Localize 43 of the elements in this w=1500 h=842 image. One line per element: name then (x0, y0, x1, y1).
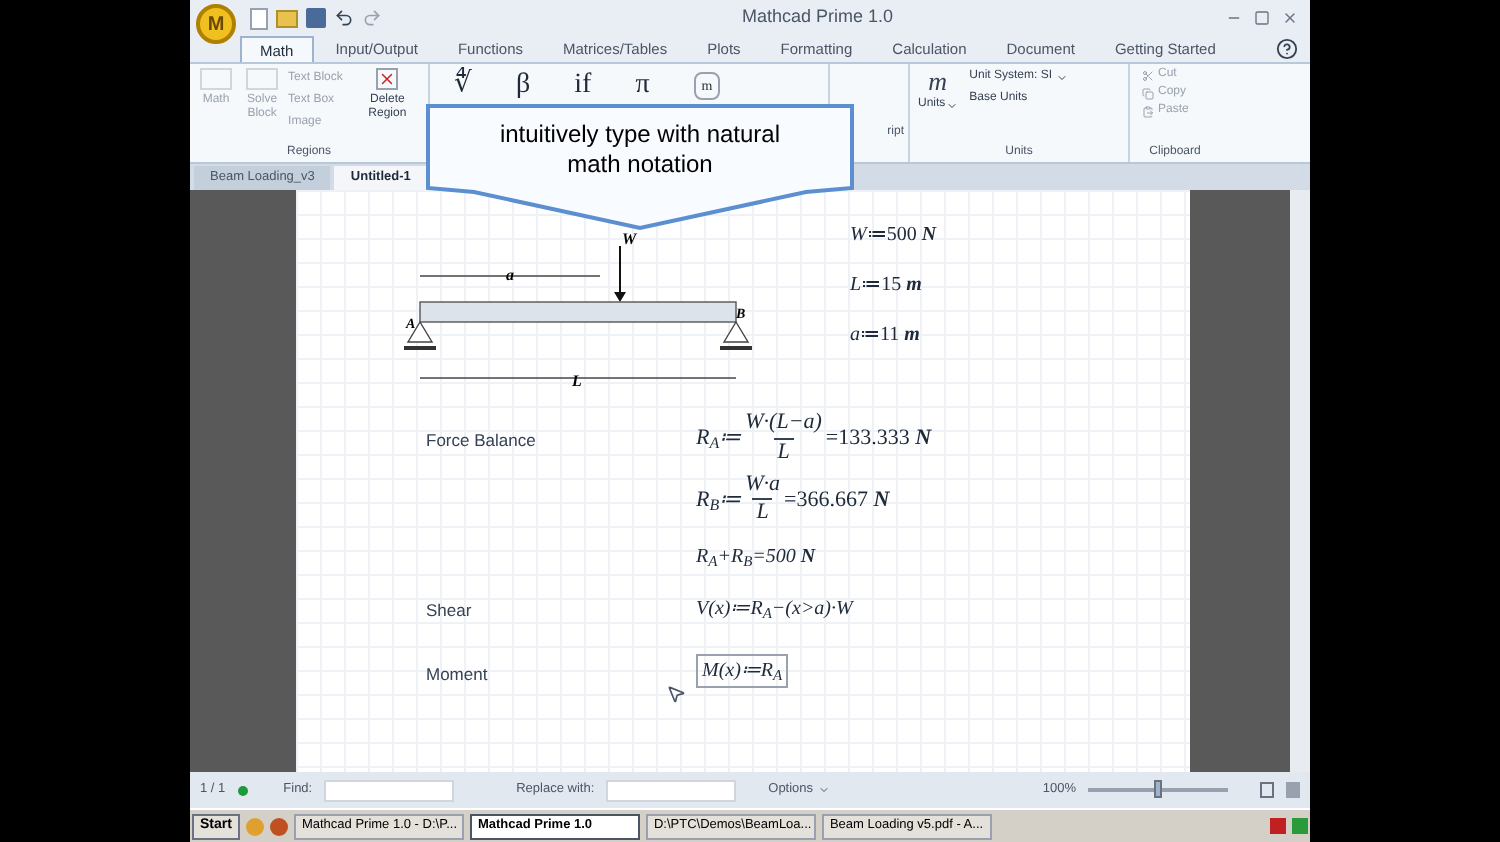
page-view-icon[interactable] (1260, 782, 1274, 798)
app-logo-icon[interactable]: M (196, 4, 236, 44)
moment-equation[interactable]: M(x)≔R$_{A}$ (696, 654, 789, 688)
delete-x-icon (376, 68, 399, 90)
scrollbar[interactable] (1290, 190, 1310, 772)
operator-button[interactable]: β (516, 70, 531, 102)
chevron-down-icon (1056, 71, 1069, 83)
new-file-icon[interactable] (250, 7, 268, 29)
chevron-down-icon (945, 99, 958, 111)
scissors-icon (1142, 69, 1154, 81)
maximize-icon[interactable] (1254, 10, 1270, 26)
help-icon[interactable] (1276, 38, 1298, 60)
fraction: W·(L−a) L (745, 410, 822, 467)
redo-icon[interactable] (362, 8, 382, 28)
operator-button[interactable]: ∜ (454, 70, 472, 102)
paste-icon (1142, 105, 1154, 117)
text-region: Force Balance (426, 428, 536, 454)
operator-button[interactable]: if (574, 70, 592, 102)
fraction: W·a L (745, 471, 781, 528)
definition-equation: L≔15 m (850, 272, 924, 300)
save-icon[interactable] (306, 8, 326, 28)
equation-result: =133.333 N (825, 424, 932, 454)
shear-equation: V(x)≔R$_{A}$−(x>a)·W (696, 596, 853, 624)
definition-equation: a≔11 m (850, 322, 922, 350)
operator-button[interactable]: π (635, 70, 650, 102)
sum-equation: R$_{A}$+R$_{B}$=500 N (696, 544, 818, 572)
close-icon[interactable] (1282, 10, 1298, 26)
undo-icon[interactable] (334, 8, 354, 28)
find-field[interactable] (324, 779, 455, 801)
mouse-pointer-icon (666, 684, 686, 704)
equation-lhs: R$_{B}$≔ (696, 485, 742, 516)
zoom-slider-thumb[interactable] (1154, 780, 1162, 798)
equation-result: =366.667 N (784, 485, 890, 515)
text-region: Moment (426, 662, 488, 688)
replace-field[interactable] (606, 779, 737, 801)
definition-equation: W≔500 N (850, 222, 937, 250)
window-title: Mathcad Prime 1.0 (742, 4, 894, 31)
chevron-down-icon (817, 784, 830, 796)
copy-icon (1142, 87, 1154, 99)
folder-icon[interactable] (276, 9, 298, 27)
callout-text: intuitively type with natural math notation (497, 120, 783, 180)
text-region: Shear (426, 598, 472, 624)
equation-lhs: R$_{A}$≔ (696, 424, 742, 455)
